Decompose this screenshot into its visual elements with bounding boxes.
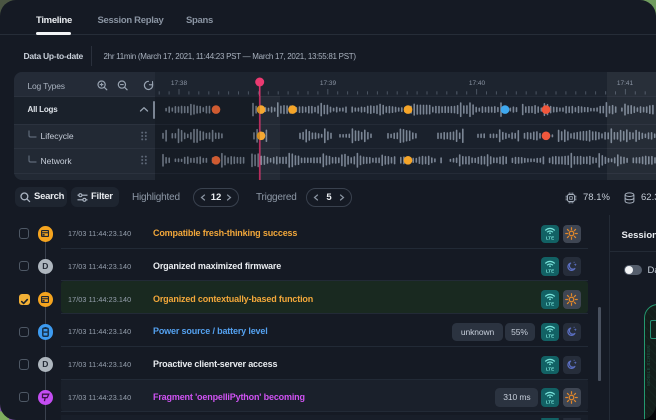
svg-text:LTE: LTE bbox=[546, 301, 554, 306]
svg-text:LTE: LTE bbox=[546, 236, 554, 241]
svg-text:LTE: LTE bbox=[546, 399, 554, 404]
svg-text:LTE: LTE bbox=[546, 268, 554, 273]
svg-text:LTE: LTE bbox=[546, 334, 554, 339]
svg-text:LTE: LTE bbox=[546, 366, 554, 371]
